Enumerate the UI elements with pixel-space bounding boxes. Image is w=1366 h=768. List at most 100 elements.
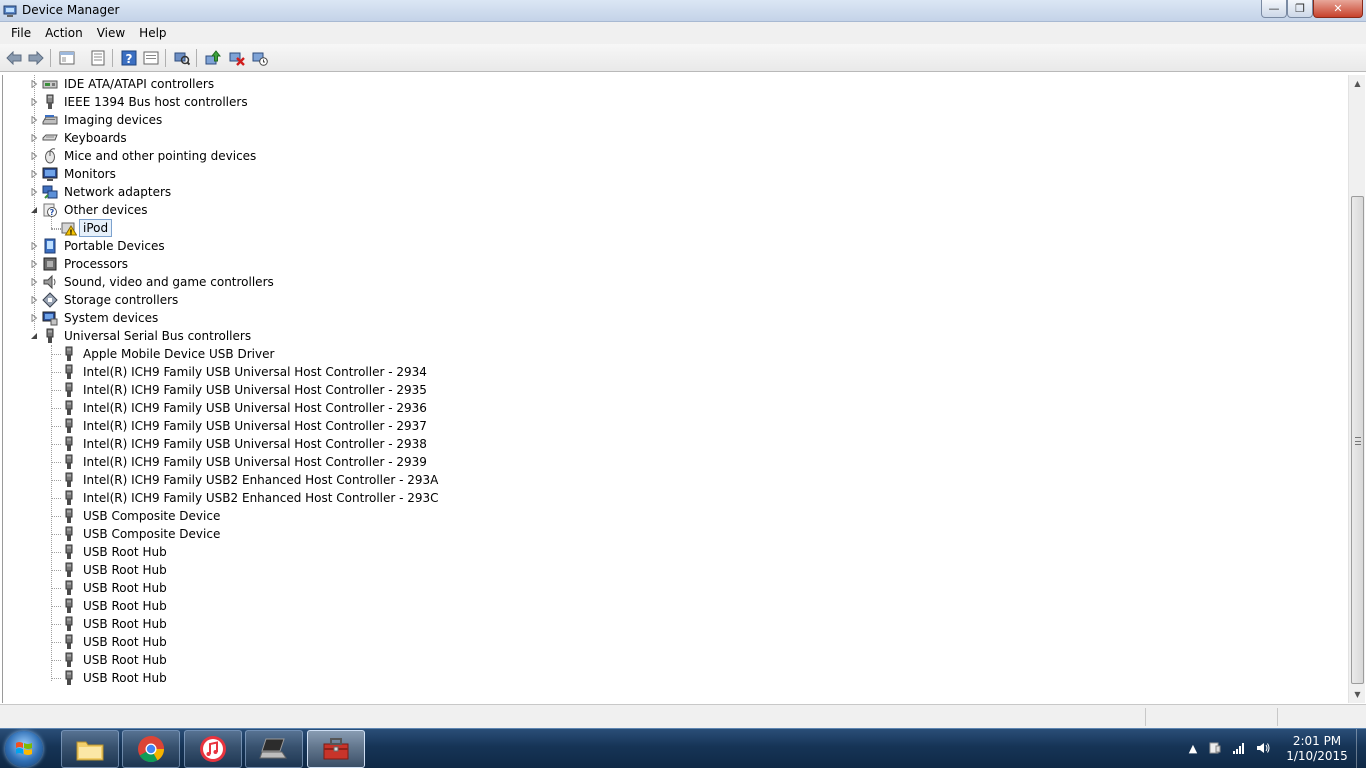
tree-device-row[interactable]: USB Root Hub — [3, 615, 1343, 633]
tree-category-row[interactable]: IEEE 1394 Bus host controllers — [3, 93, 1343, 111]
tree-category-row[interactable]: Universal Serial Bus controllers — [3, 327, 1343, 345]
tree-category-row[interactable]: IDE ATA/ATAPI controllers — [3, 75, 1343, 93]
show-desktop-button[interactable] — [1356, 729, 1366, 768]
tree-device-row[interactable]: USB Root Hub — [3, 543, 1343, 561]
expand-arrow-icon[interactable] — [30, 80, 38, 88]
tree-device-row[interactable]: USB Composite Device — [3, 525, 1343, 543]
tree-category-row[interactable]: Keyboards — [3, 129, 1343, 147]
menu-view[interactable]: View — [90, 22, 132, 44]
tree-category-row[interactable]: Processors — [3, 255, 1343, 273]
tree-device-row[interactable]: USB Root Hub — [3, 561, 1343, 579]
tree-device-row[interactable]: Intel(R) ICH9 Family USB Universal Host … — [3, 363, 1343, 381]
tree-category-row[interactable]: Imaging devices — [3, 111, 1343, 129]
expand-arrow-icon[interactable] — [30, 296, 38, 304]
tree-category-row[interactable]: System devices — [3, 309, 1343, 327]
device-tray-icon — [1209, 742, 1221, 754]
scroll-down-arrow[interactable]: ▼ — [1349, 686, 1366, 703]
tree-device-row[interactable]: USB Root Hub — [3, 651, 1343, 669]
ieee1394-icon — [42, 94, 58, 110]
tree-guide-line — [51, 228, 61, 229]
tree-guide-line — [51, 462, 61, 463]
taskbar-chrome[interactable] — [122, 730, 180, 768]
expand-arrow-icon[interactable] — [30, 242, 38, 250]
expand-arrow-icon[interactable] — [30, 314, 38, 322]
tree-category-row[interactable]: Portable Devices — [3, 237, 1343, 255]
scroll-up-arrow[interactable]: ▲ — [1349, 75, 1366, 92]
tree-category-row[interactable]: Storage controllers — [3, 291, 1343, 309]
scan-hardware-button[interactable] — [172, 48, 192, 68]
tree-category-row[interactable]: Network adapters — [3, 183, 1343, 201]
vertical-scrollbar[interactable]: ▲ ▼ — [1348, 75, 1365, 703]
collapse-arrow-icon[interactable] — [30, 332, 38, 340]
toolbar-separator — [165, 49, 166, 67]
tree-device-row[interactable]: ! iPod — [3, 219, 1343, 237]
taskbar-device-manager[interactable] — [307, 730, 365, 768]
tree-device-row[interactable]: Intel(R) ICH9 Family USB2 Enhanced Host … — [3, 471, 1343, 489]
taskbar-itunes[interactable] — [184, 730, 242, 768]
expand-arrow-icon[interactable] — [30, 98, 38, 106]
tree-category-row[interactable]: Sound, video and game controllers — [3, 273, 1343, 291]
usb-icon — [61, 490, 77, 506]
network-tray-button[interactable] — [1232, 741, 1246, 755]
scroll-thumb[interactable] — [1351, 196, 1364, 684]
tree-device-row[interactable]: USB Composite Device — [3, 507, 1343, 525]
maximize-button[interactable]: ❐ — [1287, 0, 1313, 18]
tree-category-label: Mice and other pointing devices — [64, 149, 257, 163]
collapse-arrow-icon[interactable] — [30, 206, 38, 214]
expand-arrow-icon[interactable] — [30, 134, 38, 142]
back-button[interactable] — [4, 48, 24, 68]
usb-icon — [61, 418, 77, 434]
tree-device-row[interactable]: Intel(R) ICH9 Family USB Universal Host … — [3, 417, 1343, 435]
tree-device-row[interactable]: Intel(R) ICH9 Family USB Universal Host … — [3, 453, 1343, 471]
tree-device-row[interactable]: Intel(R) ICH9 Family USB Universal Host … — [3, 435, 1343, 453]
start-button[interactable] — [5, 731, 43, 767]
usb-icon — [61, 454, 77, 470]
expand-arrow-icon[interactable] — [30, 170, 38, 178]
usb-icon — [42, 328, 58, 344]
tree-device-row[interactable]: USB Root Hub — [3, 669, 1343, 687]
scan-hardware-icon — [174, 52, 190, 66]
tree-device-row[interactable]: USB Root Hub — [3, 597, 1343, 615]
device-tray-button[interactable] — [1208, 741, 1222, 755]
expand-arrow-icon[interactable] — [30, 278, 38, 286]
tree-device-row[interactable]: USB Root Hub — [3, 579, 1343, 597]
expand-arrow-icon[interactable] — [30, 188, 38, 196]
tree-category-row[interactable]: Monitors — [3, 165, 1343, 183]
tree-device-row[interactable]: USB Root Hub — [3, 633, 1343, 651]
tree-category-row[interactable]: ? Other devices — [3, 201, 1343, 219]
tree-device-row[interactable]: Intel(R) ICH9 Family USB Universal Host … — [3, 381, 1343, 399]
update-driver-icon — [205, 50, 221, 65]
taskbar-laptop[interactable] — [245, 730, 303, 768]
device-tree[interactable]: IDE ATA/ATAPI controllers IEEE 1394 Bus h… — [2, 75, 1348, 703]
forward-button[interactable] — [26, 48, 46, 68]
tree-category-label: Imaging devices — [64, 113, 163, 127]
device-manager-app-icon — [3, 5, 17, 17]
close-button[interactable]: ✕ — [1313, 0, 1363, 18]
tree-category-row[interactable]: Mice and other pointing devices — [3, 147, 1343, 165]
menu-action[interactable]: Action — [38, 22, 90, 44]
disable-button[interactable] — [250, 48, 270, 68]
volume-tray-button[interactable] — [1256, 741, 1270, 755]
tree-device-row[interactable]: Intel(R) ICH9 Family USB2 Enhanced Host … — [3, 489, 1343, 507]
clock[interactable]: 2:01 PM 1/10/2015 — [1284, 734, 1350, 764]
show-hide-console-tree-button[interactable] — [57, 48, 77, 68]
expand-arrow-icon[interactable] — [30, 260, 38, 268]
menu-help[interactable]: Help — [132, 22, 173, 44]
expand-arrow-icon[interactable] — [30, 116, 38, 124]
help-button[interactable]: ? — [119, 48, 139, 68]
tree-device-row[interactable]: Apple Mobile Device USB Driver — [3, 345, 1343, 363]
tree-guide-line — [51, 624, 61, 625]
taskbar-explorer[interactable] — [61, 730, 119, 768]
tree-device-row[interactable]: Intel(R) ICH9 Family USB Universal Host … — [3, 399, 1343, 417]
uninstall-button[interactable] — [227, 48, 247, 68]
show-hidden-icons-button[interactable]: ▲ — [1186, 741, 1200, 755]
portable-device-icon — [42, 238, 58, 254]
update-driver-button[interactable] — [203, 48, 223, 68]
expand-arrow-icon[interactable] — [30, 152, 38, 160]
usb-icon — [61, 580, 77, 596]
minimize-button[interactable]: — — [1261, 0, 1287, 18]
device-view-button[interactable] — [141, 48, 161, 68]
ide-controller-icon — [42, 76, 58, 92]
menu-file[interactable]: File — [4, 22, 38, 44]
properties-button[interactable] — [88, 48, 108, 68]
